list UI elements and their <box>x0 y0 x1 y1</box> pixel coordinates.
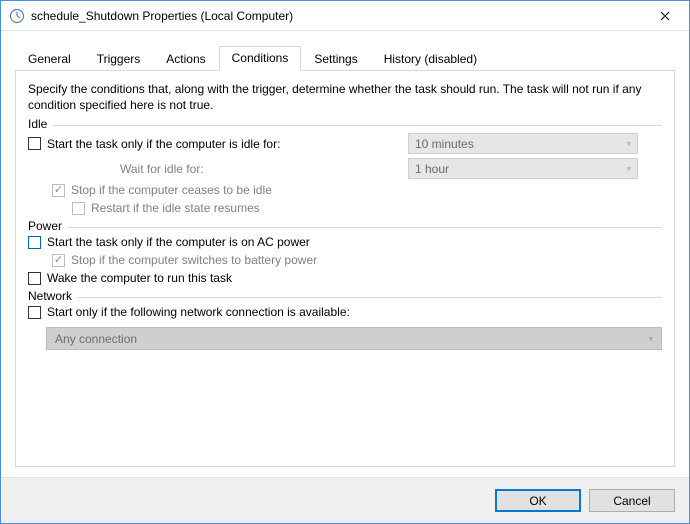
label-wake-computer: Wake the computer to run this task <box>47 271 232 285</box>
divider <box>68 227 662 228</box>
label-wait-for-idle: Wait for idle for: <box>120 162 204 176</box>
checkbox-restart-idle-resumes <box>72 202 85 215</box>
label-start-on-ac: Start the task only if the computer is o… <box>47 235 310 249</box>
group-network-title: Network <box>28 289 78 303</box>
tab-actions[interactable]: Actions <box>153 47 218 71</box>
combo-idle-duration-value: 10 minutes <box>415 137 474 151</box>
label-stop-on-battery: Stop if the computer switches to battery… <box>71 253 317 267</box>
combo-network-connection-value: Any connection <box>55 332 137 346</box>
combo-network-connection: Any connection ▾ <box>46 327 662 350</box>
window-title: schedule_Shutdown Properties (Local Comp… <box>31 9 642 23</box>
tabpage-conditions: Specify the conditions that, along with … <box>15 70 675 467</box>
group-power-title: Power <box>28 219 68 233</box>
client-area: General Triggers Actions Conditions Sett… <box>1 31 689 477</box>
checkbox-start-if-network[interactable] <box>28 306 41 319</box>
chevron-down-icon: ▾ <box>626 163 631 174</box>
label-start-idle: Start the task only if the computer is i… <box>47 137 280 151</box>
combo-idle-duration: 10 minutes ▾ <box>408 133 638 154</box>
tab-triggers[interactable]: Triggers <box>84 47 154 71</box>
intro-text: Specify the conditions that, along with … <box>28 81 662 113</box>
divider <box>53 125 662 126</box>
cancel-button[interactable]: Cancel <box>589 489 675 512</box>
combo-wait-for-idle: 1 hour ▾ <box>408 158 638 179</box>
tabstrip: General Triggers Actions Conditions Sett… <box>15 45 675 70</box>
group-network-header: Network <box>28 289 662 303</box>
tab-conditions[interactable]: Conditions <box>219 46 302 71</box>
task-scheduler-icon <box>9 8 25 24</box>
checkbox-stop-on-battery: ✓ <box>52 254 65 267</box>
checkbox-wake-computer[interactable] <box>28 272 41 285</box>
tab-settings[interactable]: Settings <box>301 47 370 71</box>
checkbox-stop-if-cease-idle: ✓ <box>52 184 65 197</box>
label-start-if-network: Start only if the following network conn… <box>47 305 350 319</box>
tab-history[interactable]: History (disabled) <box>371 47 490 71</box>
tab-general[interactable]: General <box>15 47 84 71</box>
divider <box>78 297 662 298</box>
label-restart-idle-resumes: Restart if the idle state resumes <box>91 201 260 215</box>
dialog-window: schedule_Shutdown Properties (Local Comp… <box>0 0 690 524</box>
chevron-down-icon: ▾ <box>648 333 653 344</box>
label-stop-if-cease-idle: Stop if the computer ceases to be idle <box>71 183 272 197</box>
titlebar: schedule_Shutdown Properties (Local Comp… <box>1 1 689 31</box>
combo-wait-for-idle-value: 1 hour <box>415 162 449 176</box>
checkbox-start-on-ac[interactable] <box>28 236 41 249</box>
group-idle-title: Idle <box>28 117 53 131</box>
close-button[interactable] <box>642 1 687 30</box>
dialog-footer: OK Cancel <box>1 477 689 523</box>
check-icon: ✓ <box>54 255 63 266</box>
chevron-down-icon: ▾ <box>626 138 631 149</box>
check-icon: ✓ <box>54 185 63 196</box>
group-power-header: Power <box>28 219 662 233</box>
checkbox-start-idle[interactable] <box>28 137 41 150</box>
group-idle-header: Idle <box>28 117 662 131</box>
ok-button[interactable]: OK <box>495 489 581 512</box>
